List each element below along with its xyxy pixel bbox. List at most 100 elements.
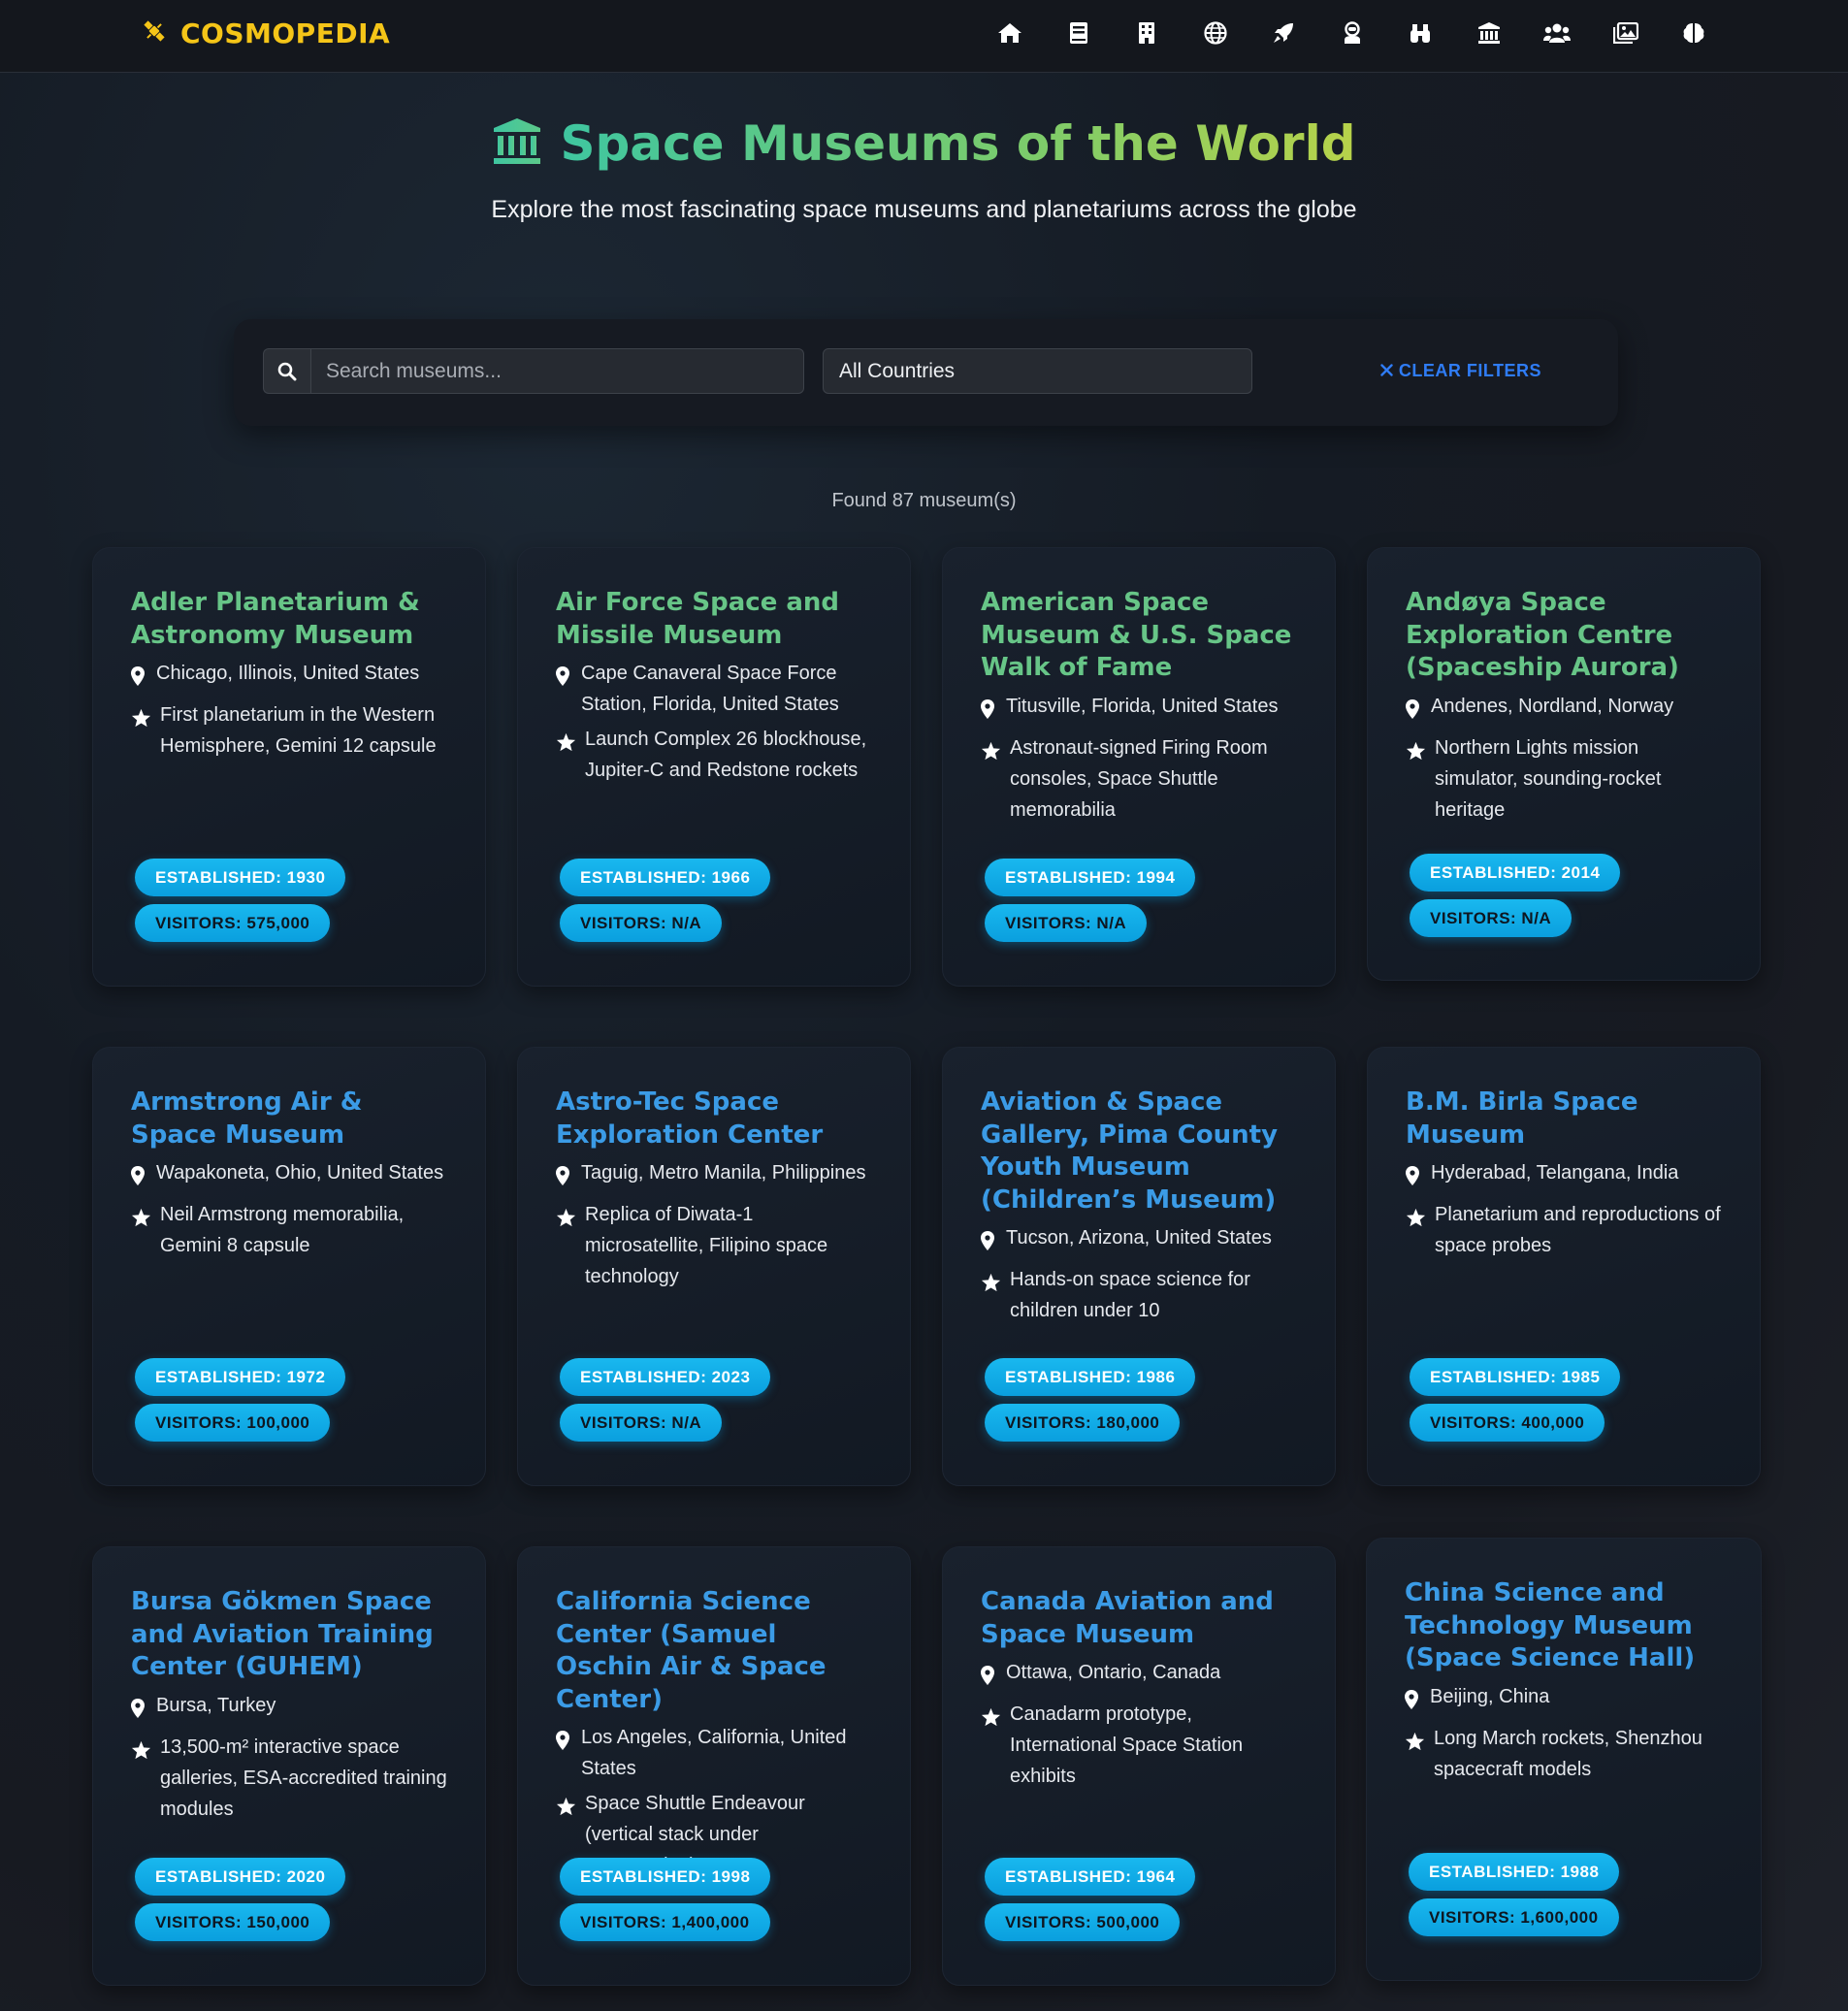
book-icon[interactable] <box>1045 14 1114 52</box>
established-badge: ESTABLISHED: 2014 <box>1410 854 1621 892</box>
results-count: Found 87 museum(s) <box>831 490 1017 511</box>
brand-name: COSMOPEDIA <box>180 16 391 49</box>
established-badge: ESTABLISHED: 1964 <box>985 1858 1196 1896</box>
rocket-icon[interactable] <box>1249 14 1318 52</box>
images-icon[interactable] <box>1592 14 1661 52</box>
satellite-icon <box>140 16 169 50</box>
museum-location: Titusville, Florida, United States <box>1006 695 1279 717</box>
star-icon <box>131 1732 151 1825</box>
museum-location: Bursa, Turkey <box>156 1694 276 1716</box>
clear-filters-button[interactable]: CLEAR FILTERS <box>1349 348 1572 394</box>
museum-icon[interactable] <box>1455 14 1524 52</box>
visitors-badge: VISITORS: 150,000 <box>135 1903 331 1941</box>
star-icon <box>981 1264 1001 1326</box>
museum-name[interactable]: Bursa Gökmen Space and Aviation Training… <box>131 1586 448 1684</box>
established-badge: ESTABLISHED: 1986 <box>985 1358 1196 1396</box>
museum-location: Cape Canaveral Space Force Station, Flor… <box>581 663 839 715</box>
navbar: COSMOPEDIA <box>0 0 1848 73</box>
museum-name[interactable]: California Science Center (Samuel Oschin… <box>556 1586 873 1716</box>
nav-icons <box>976 14 1729 52</box>
search-icon[interactable] <box>263 348 310 394</box>
museum-location: Wapakoneta, Ohio, United States <box>156 1162 444 1184</box>
museum-highlight: Launch Complex 26 blockhouse, Jupiter-C … <box>585 729 867 781</box>
museum-location: Tucson, Arizona, United States <box>1006 1227 1272 1249</box>
museum-name[interactable]: Armstrong Air & Space Museum <box>131 1087 448 1151</box>
museum-name[interactable]: Andøya Space Exploration Centre (Spacesh… <box>1406 587 1723 685</box>
star-icon <box>981 1699 1001 1792</box>
museum-highlight: Canadarm prototype, International Space … <box>1010 1703 1244 1787</box>
museum-card[interactable]: Aviation & Space Gallery, Pima County Yo… <box>942 1047 1336 1486</box>
map-pin-icon <box>1405 1681 1421 1719</box>
established-badge: ESTABLISHED: 1972 <box>135 1358 346 1396</box>
museum-card[interactable]: California Science Center (Samuel Oschin… <box>517 1546 911 1986</box>
museum-name[interactable]: Astro-Tec Space Exploration Center <box>556 1087 873 1151</box>
star-icon <box>131 699 151 762</box>
museum-name[interactable]: Aviation & Space Gallery, Pima County Yo… <box>981 1087 1298 1216</box>
map-pin-icon <box>1406 1157 1422 1195</box>
visitors-badge: VISITORS: N/A <box>985 904 1148 942</box>
map-pin-icon <box>1406 691 1422 729</box>
established-badge: ESTABLISHED: 2023 <box>560 1358 771 1396</box>
museum-card[interactable]: Bursa Gökmen Space and Aviation Training… <box>92 1546 486 1986</box>
museum-name[interactable]: Canada Aviation and Space Museum <box>981 1586 1298 1651</box>
museum-location: Andenes, Nordland, Norway <box>1431 695 1674 717</box>
brain-icon[interactable] <box>1660 14 1729 52</box>
astronaut-icon[interactable] <box>1318 14 1387 52</box>
established-badge: ESTABLISHED: 2020 <box>135 1858 346 1896</box>
building-icon[interactable] <box>1113 14 1182 52</box>
country-select[interactable]: All Countries <box>823 348 1252 394</box>
established-badge: ESTABLISHED: 1985 <box>1410 1358 1621 1396</box>
museum-highlight: Neil Armstrong memorabilia, Gemini 8 cap… <box>160 1204 405 1256</box>
page-title: Space Museums of the World <box>560 115 1356 172</box>
museum-card[interactable]: American Space Museum & U.S. Space Walk … <box>942 547 1336 987</box>
museum-location: Hyderabad, Telangana, India <box>1431 1162 1679 1184</box>
museum-name[interactable]: China Science and Technology Museum (Spa… <box>1405 1577 1724 1675</box>
page-subtitle: Explore the most fascinating space museu… <box>491 196 1357 223</box>
museum-card[interactable]: Adler Planetarium & Astronomy Museum Chi… <box>92 547 486 987</box>
star-icon <box>1406 1199 1426 1261</box>
established-badge: ESTABLISHED: 1998 <box>560 1858 771 1896</box>
museum-name[interactable]: American Space Museum & U.S. Space Walk … <box>981 587 1298 685</box>
globe-icon[interactable] <box>1182 14 1250 52</box>
search-input[interactable] <box>310 348 804 394</box>
visitors-badge: VISITORS: N/A <box>560 904 723 942</box>
visitors-badge: VISITORS: 400,000 <box>1410 1404 1605 1442</box>
binoculars-icon[interactable] <box>1386 14 1455 52</box>
visitors-badge: VISITORS: N/A <box>1410 899 1572 937</box>
museum-card[interactable]: Air Force Space and Missile Museum Cape … <box>517 547 911 987</box>
museum-highlight: Northern Lights mission simulator, sound… <box>1435 736 1662 821</box>
museum-location: Taguig, Metro Manila, Philippines <box>581 1162 866 1184</box>
visitors-badge: VISITORS: 575,000 <box>135 904 331 942</box>
map-pin-icon <box>556 658 572 720</box>
visitors-badge: VISITORS: 1,400,000 <box>560 1903 770 1941</box>
established-badge: ESTABLISHED: 1994 <box>985 859 1196 896</box>
hero-heading: Space Museums of the World <box>0 109 1848 178</box>
star-icon <box>556 1199 576 1292</box>
star-icon <box>1405 1723 1425 1785</box>
home-icon[interactable] <box>976 14 1045 52</box>
map-pin-icon <box>556 1722 572 1784</box>
museum-name[interactable]: Adler Planetarium & Astronomy Museum <box>131 587 448 652</box>
landmark-icon <box>492 116 542 172</box>
museum-highlight: Long March rockets, Shenzhou spacecraft … <box>1434 1727 1702 1780</box>
established-badge: ESTABLISHED: 1930 <box>135 859 346 896</box>
brand[interactable]: COSMOPEDIA <box>140 14 390 52</box>
established-badge: ESTABLISHED: 1966 <box>560 859 771 896</box>
museum-card[interactable]: Canada Aviation and Space Museum Ottawa,… <box>942 1546 1336 1986</box>
users-icon[interactable] <box>1523 14 1592 52</box>
star-icon <box>556 724 576 786</box>
museum-card[interactable]: B.M. Birla Space Museum Hyderabad, Telan… <box>1367 1047 1761 1486</box>
museum-name[interactable]: B.M. Birla Space Museum <box>1406 1087 1723 1151</box>
museum-card[interactable]: Armstrong Air & Space Museum Wapakoneta,… <box>92 1047 486 1486</box>
visitors-badge: VISITORS: 500,000 <box>985 1903 1181 1941</box>
map-pin-icon <box>556 1157 572 1195</box>
museum-card[interactable]: China Science and Technology Museum (Spa… <box>1366 1538 1762 1981</box>
museum-highlight: 13,500-m² interactive space galleries, E… <box>160 1735 447 1820</box>
museum-card[interactable]: Astro-Tec Space Exploration Center Tagui… <box>517 1047 911 1486</box>
star-icon <box>131 1199 151 1261</box>
museum-location: Ottawa, Ontario, Canada <box>1006 1662 1221 1683</box>
museum-card[interactable]: Andøya Space Exploration Centre (Spacesh… <box>1367 547 1761 981</box>
museum-location: Los Angeles, California, United States <box>581 1727 847 1779</box>
museum-name[interactable]: Air Force Space and Missile Museum <box>556 587 873 652</box>
visitors-badge: VISITORS: 1,600,000 <box>1409 1898 1619 1936</box>
